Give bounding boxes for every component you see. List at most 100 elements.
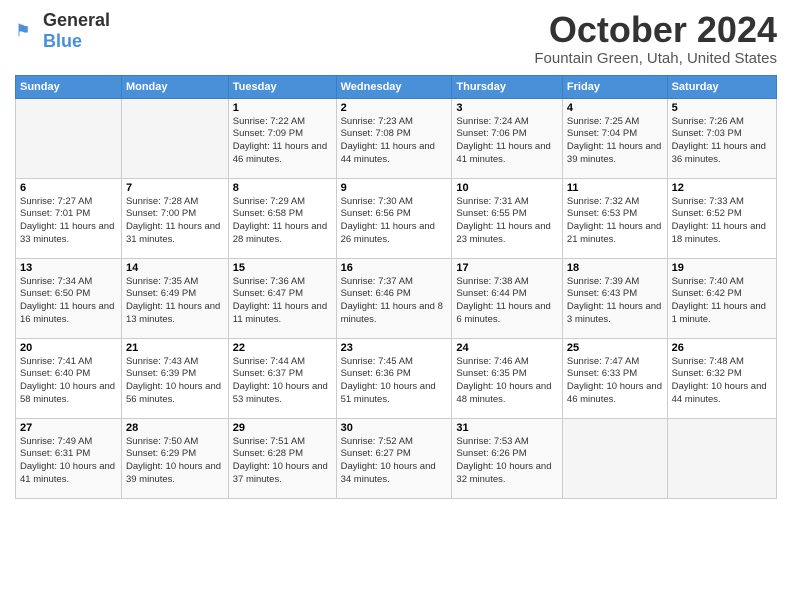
calendar-cell: [16, 98, 122, 178]
svg-text:⚑: ⚑: [15, 21, 31, 41]
calendar-cell: 27 Sunrise: 7:49 AMSunset: 6:31 PMDayligh…: [16, 418, 122, 498]
day-info: Sunrise: 7:27 AMSunset: 7:01 PMDaylight:…: [20, 196, 117, 247]
day-info: Sunrise: 7:48 AMSunset: 6:32 PMDaylight:…: [672, 356, 772, 407]
day-number: 24: [456, 342, 558, 354]
day-number: 19: [672, 262, 772, 274]
logo-general: General: [43, 10, 110, 30]
day-info: Sunrise: 7:25 AMSunset: 7:04 PMDaylight:…: [567, 116, 663, 167]
day-info: Sunrise: 7:43 AMSunset: 6:39 PMDaylight:…: [126, 356, 224, 407]
calendar-cell: 3 Sunrise: 7:24 AMSunset: 7:06 PMDaylight…: [452, 98, 563, 178]
day-info: Sunrise: 7:50 AMSunset: 6:29 PMDaylight:…: [126, 436, 224, 487]
day-info: Sunrise: 7:31 AMSunset: 6:55 PMDaylight:…: [456, 196, 558, 247]
day-number: 2: [341, 102, 448, 114]
page-header: ⚑ General Blue October 2024 Fountain Gre…: [15, 10, 777, 67]
calendar-cell: 26 Sunrise: 7:48 AMSunset: 6:32 PMDayligh…: [667, 338, 776, 418]
day-number: 3: [456, 102, 558, 114]
week-row-1: 1Sunrise: 7:22 AMSunset: 7:09 PMDaylight…: [16, 98, 777, 178]
calendar-cell: [667, 418, 776, 498]
day-info: Sunrise: 7:24 AMSunset: 7:06 PMDaylight:…: [456, 116, 558, 167]
day-info: Sunrise: 7:30 AMSunset: 6:56 PMDaylight:…: [341, 196, 448, 247]
calendar-cell: 10 Sunrise: 7:31 AMSunset: 6:55 PMDayligh…: [452, 178, 563, 258]
calendar-header: SundayMondayTuesdayWednesdayThursdayFrid…: [16, 75, 777, 98]
day-number: 16: [341, 262, 448, 274]
weekday-wednesday: Wednesday: [336, 75, 452, 98]
day-info: Sunrise: 7:34 AMSunset: 6:50 PMDaylight:…: [20, 276, 117, 327]
calendar-cell: 13 Sunrise: 7:34 AMSunset: 6:50 PMDayligh…: [16, 258, 122, 338]
weekday-monday: Monday: [121, 75, 228, 98]
week-row-2: 6 Sunrise: 7:27 AMSunset: 7:01 PMDaylight…: [16, 178, 777, 258]
day-number: 22: [233, 342, 332, 354]
logo: ⚑ General Blue: [15, 10, 110, 52]
weekday-tuesday: Tuesday: [228, 75, 336, 98]
calendar-cell: [562, 418, 667, 498]
day-number: 20: [20, 342, 117, 354]
day-number: 5: [672, 102, 772, 114]
day-info: Sunrise: 7:38 AMSunset: 6:44 PMDaylight:…: [456, 276, 558, 327]
logo-icon: ⚑: [15, 19, 39, 43]
day-info: Sunrise: 7:45 AMSunset: 6:36 PMDaylight:…: [341, 356, 448, 407]
logo-blue: Blue: [43, 31, 82, 51]
day-number: 10: [456, 182, 558, 194]
calendar-cell: 20Sunrise: 7:41 AMSunset: 6:40 PMDayligh…: [16, 338, 122, 418]
day-number: 14: [126, 262, 224, 274]
day-number: 6: [20, 182, 117, 194]
calendar-cell: 14Sunrise: 7:35 AMSunset: 6:49 PMDayligh…: [121, 258, 228, 338]
day-number: 8: [233, 182, 332, 194]
calendar-cell: 15 Sunrise: 7:36 AMSunset: 6:47 PMDayligh…: [228, 258, 336, 338]
calendar-cell: 4 Sunrise: 7:25 AMSunset: 7:04 PMDaylight…: [562, 98, 667, 178]
day-number: 21: [126, 342, 224, 354]
day-number: 17: [456, 262, 558, 274]
calendar-cell: 18 Sunrise: 7:39 AMSunset: 6:43 PMDayligh…: [562, 258, 667, 338]
calendar-cell: 6 Sunrise: 7:27 AMSunset: 7:01 PMDaylight…: [16, 178, 122, 258]
day-number: 12: [672, 182, 772, 194]
calendar-cell: 7 Sunrise: 7:28 AMSunset: 7:00 PMDaylight…: [121, 178, 228, 258]
week-row-3: 13 Sunrise: 7:34 AMSunset: 6:50 PMDayligh…: [16, 258, 777, 338]
calendar-cell: 16Sunrise: 7:37 AMSunset: 6:46 PMDayligh…: [336, 258, 452, 338]
calendar-cell: 9Sunrise: 7:30 AMSunset: 6:56 PMDaylight…: [336, 178, 452, 258]
day-info: Sunrise: 7:23 AMSunset: 7:08 PMDaylight:…: [341, 116, 448, 167]
day-info: Sunrise: 7:47 AMSunset: 6:33 PMDaylight:…: [567, 356, 663, 407]
day-info: Sunrise: 7:36 AMSunset: 6:47 PMDaylight:…: [233, 276, 332, 327]
location-title: Fountain Green, Utah, United States: [534, 50, 777, 67]
weekday-header-row: SundayMondayTuesdayWednesdayThursdayFrid…: [16, 75, 777, 98]
day-number: 30: [341, 422, 448, 434]
day-info: Sunrise: 7:44 AMSunset: 6:37 PMDaylight:…: [233, 356, 332, 407]
weekday-sunday: Sunday: [16, 75, 122, 98]
day-number: 7: [126, 182, 224, 194]
calendar-cell: 17 Sunrise: 7:38 AMSunset: 6:44 PMDayligh…: [452, 258, 563, 338]
day-info: Sunrise: 7:51 AMSunset: 6:28 PMDaylight:…: [233, 436, 332, 487]
calendar-cell: 5 Sunrise: 7:26 AMSunset: 7:03 PMDaylight…: [667, 98, 776, 178]
day-number: 18: [567, 262, 663, 274]
day-info: Sunrise: 7:28 AMSunset: 7:00 PMDaylight:…: [126, 196, 224, 247]
day-number: 27: [20, 422, 117, 434]
calendar-cell: [121, 98, 228, 178]
calendar-cell: 31Sunrise: 7:53 AMSunset: 6:26 PMDayligh…: [452, 418, 563, 498]
week-row-4: 20Sunrise: 7:41 AMSunset: 6:40 PMDayligh…: [16, 338, 777, 418]
logo-text: General Blue: [43, 10, 110, 52]
weekday-friday: Friday: [562, 75, 667, 98]
calendar-cell: 1Sunrise: 7:22 AMSunset: 7:09 PMDaylight…: [228, 98, 336, 178]
weekday-saturday: Saturday: [667, 75, 776, 98]
weekday-thursday: Thursday: [452, 75, 563, 98]
calendar-cell: 30 Sunrise: 7:52 AMSunset: 6:27 PMDayligh…: [336, 418, 452, 498]
day-number: 13: [20, 262, 117, 274]
calendar-cell: 11Sunrise: 7:32 AMSunset: 6:53 PMDayligh…: [562, 178, 667, 258]
week-row-5: 27 Sunrise: 7:49 AMSunset: 6:31 PMDayligh…: [16, 418, 777, 498]
day-number: 11: [567, 182, 663, 194]
day-number: 4: [567, 102, 663, 114]
day-number: 31: [456, 422, 558, 434]
day-info: Sunrise: 7:39 AMSunset: 6:43 PMDaylight:…: [567, 276, 663, 327]
day-info: Sunrise: 7:49 AMSunset: 6:31 PMDaylight:…: [20, 436, 117, 487]
calendar-cell: 23Sunrise: 7:45 AMSunset: 6:36 PMDayligh…: [336, 338, 452, 418]
day-number: 26: [672, 342, 772, 354]
calendar-cell: 24Sunrise: 7:46 AMSunset: 6:35 PMDayligh…: [452, 338, 563, 418]
calendar-cell: 28 Sunrise: 7:50 AMSunset: 6:29 PMDayligh…: [121, 418, 228, 498]
day-number: 28: [126, 422, 224, 434]
day-info: Sunrise: 7:40 AMSunset: 6:42 PMDaylight:…: [672, 276, 772, 327]
calendar-cell: 19 Sunrise: 7:40 AMSunset: 6:42 PMDayligh…: [667, 258, 776, 338]
calendar-cell: 8Sunrise: 7:29 AMSunset: 6:58 PMDaylight…: [228, 178, 336, 258]
day-info: Sunrise: 7:52 AMSunset: 6:27 PMDaylight:…: [341, 436, 448, 487]
day-number: 15: [233, 262, 332, 274]
day-info: Sunrise: 7:26 AMSunset: 7:03 PMDaylight:…: [672, 116, 772, 167]
calendar-body: 1Sunrise: 7:22 AMSunset: 7:09 PMDaylight…: [16, 98, 777, 498]
